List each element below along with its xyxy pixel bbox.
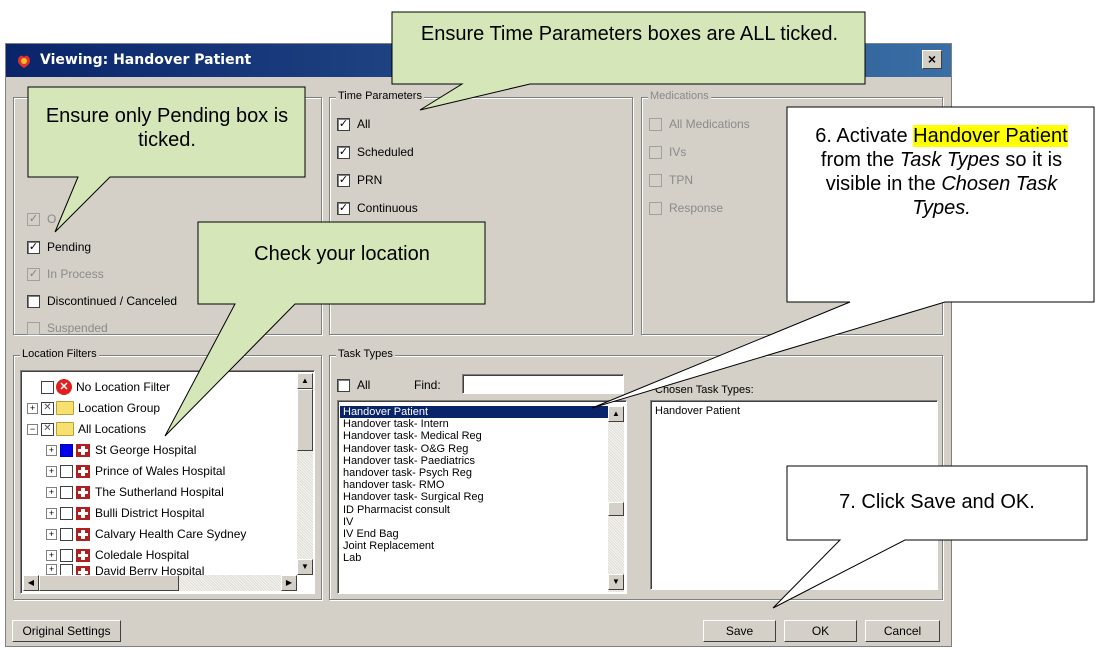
activate-callout: 6. Activate Handover Patient from the Ta… [794, 124, 1089, 220]
italic-text: Task Types [899, 149, 1000, 171]
pending-callout: Ensure only Pending box is ticked. [45, 105, 289, 151]
callout-text: from the [820, 149, 900, 171]
highlighted-text: Handover Patient [913, 125, 1068, 147]
callout-text: 6. Activate [815, 125, 914, 147]
callout-shapes [27, 11, 1095, 609]
save-ok-callout-shape [772, 465, 1088, 609]
time-params-callout: Ensure Time Parameters boxes are ALL tic… [420, 23, 839, 45]
location-callout: Check your location [254, 243, 430, 265]
save-ok-callout: 7. Click Save and OK. [839, 491, 1035, 513]
